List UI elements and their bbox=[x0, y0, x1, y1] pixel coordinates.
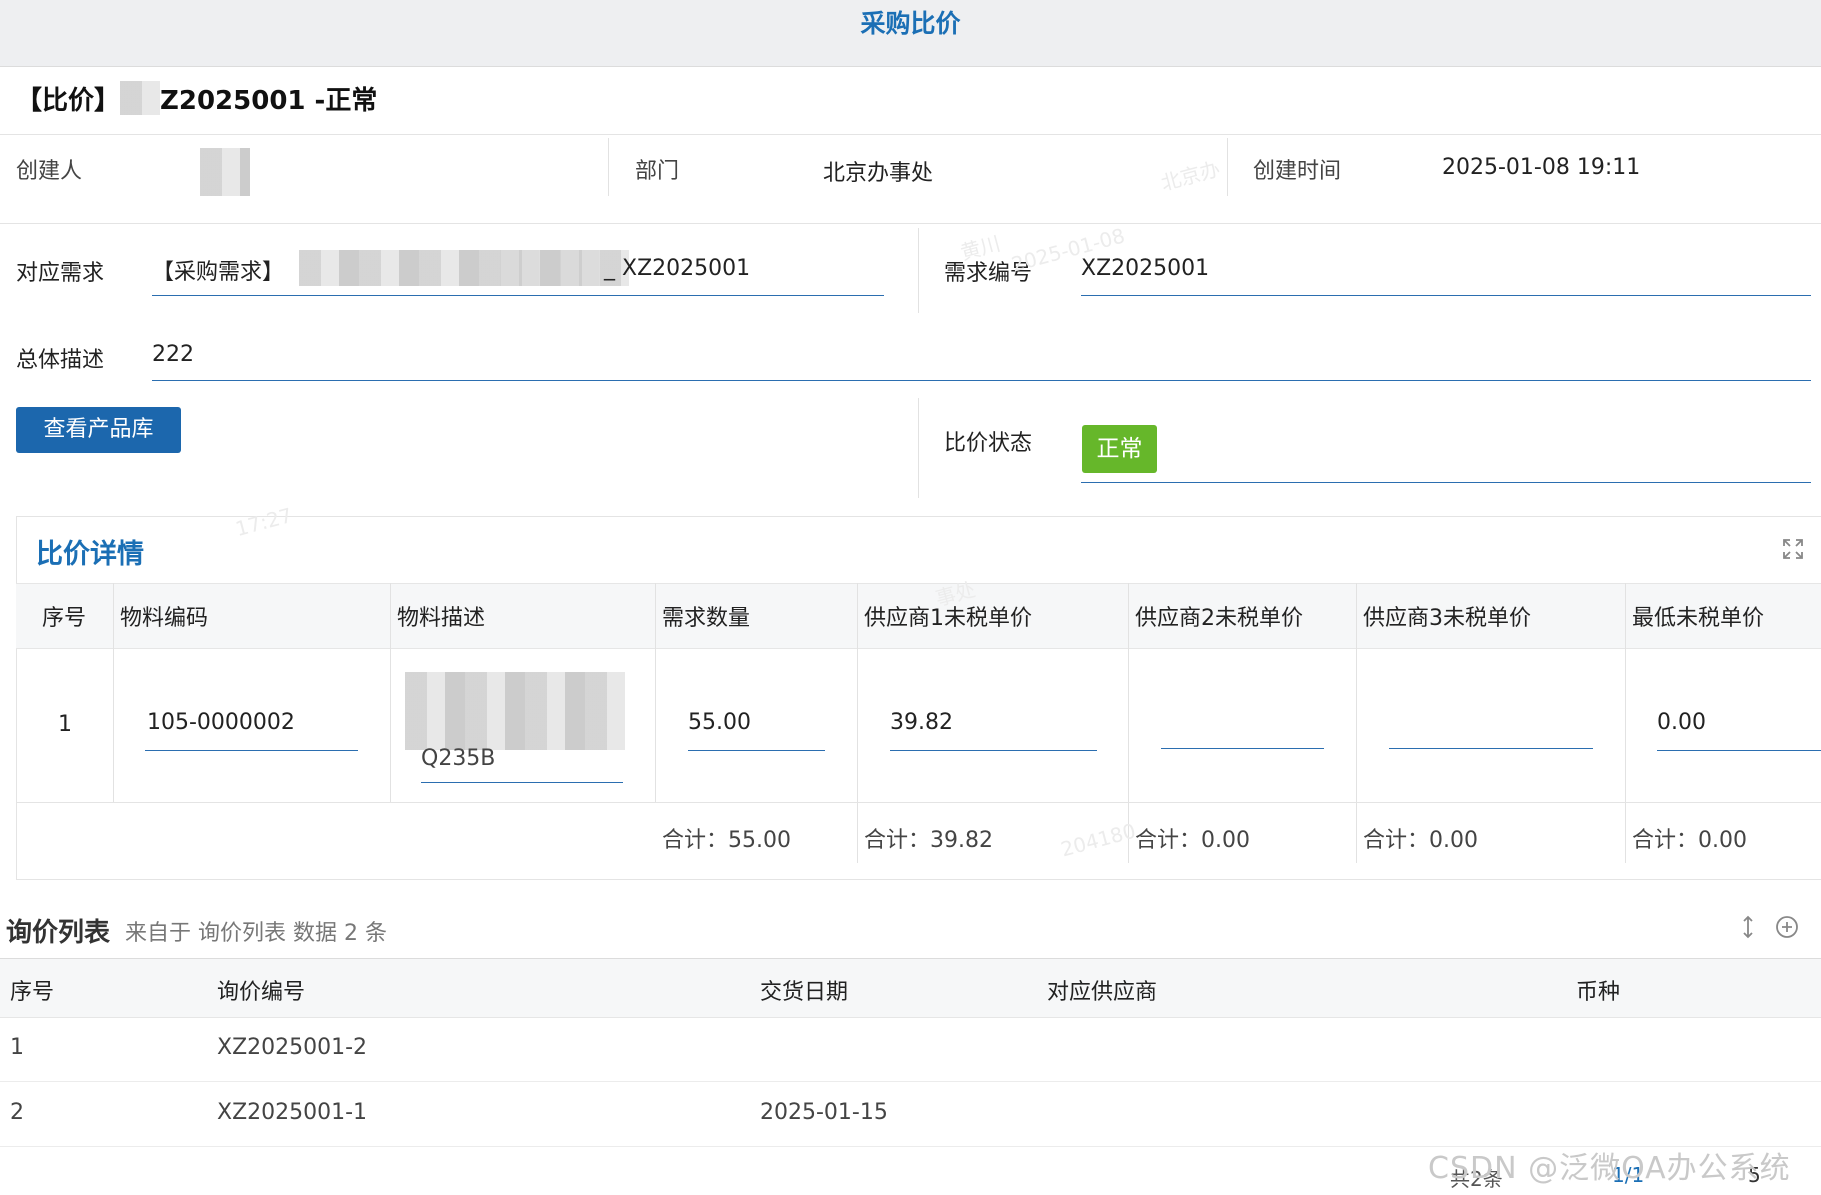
inquiry-row-no[interactable]: XZ2025001-2 bbox=[217, 1035, 367, 1060]
divider bbox=[113, 583, 114, 803]
divider bbox=[918, 228, 919, 313]
divider bbox=[0, 223, 1821, 224]
detail-header-price2: 供应商2未税单价 bbox=[1135, 606, 1303, 631]
record-title-suffix: Z2025001 -正常 bbox=[160, 86, 378, 116]
price3-field[interactable] bbox=[1389, 700, 1593, 749]
qty-field[interactable]: 55.00 bbox=[688, 700, 825, 751]
detail-row-index: 1 bbox=[58, 712, 72, 737]
inquiry-row-no[interactable]: XZ2025001-1 bbox=[217, 1100, 367, 1125]
detail-title: 比价详情 bbox=[36, 539, 144, 570]
add-icon[interactable] bbox=[1774, 914, 1800, 940]
material-desc-tail: Q235B bbox=[421, 746, 496, 771]
divider bbox=[608, 138, 609, 196]
material-code-value: 105-0000002 bbox=[147, 710, 295, 735]
qty-value: 55.00 bbox=[688, 710, 751, 735]
table-row[interactable]: 1 XZ2025001-2 bbox=[0, 1017, 1821, 1082]
price1-field[interactable]: 39.82 bbox=[890, 700, 1097, 751]
status-field bbox=[1081, 420, 1811, 483]
material-code-field[interactable]: 105-0000002 bbox=[145, 700, 358, 751]
creator-avatar-redacted bbox=[200, 148, 250, 196]
inquiry-header-supplier: 对应供应商 bbox=[1047, 980, 1158, 1005]
inquiry-title: 询价列表 bbox=[6, 918, 111, 948]
resize-icon[interactable] bbox=[1735, 914, 1761, 940]
detail-header-index: 序号 bbox=[42, 606, 87, 631]
status-label: 比价状态 bbox=[944, 431, 1033, 456]
table-row[interactable]: 2 XZ2025001-1 2025-01-15 bbox=[0, 1082, 1821, 1147]
total-min-price: 合计：0.00 bbox=[1632, 828, 1747, 853]
created-label: 创建时间 bbox=[1253, 159, 1342, 184]
price1-value: 39.82 bbox=[890, 710, 953, 735]
detail-header-min-price: 最低未税单价 bbox=[1632, 606, 1765, 631]
app-title: 采购比价 bbox=[860, 9, 961, 38]
inquiry-row-index: 1 bbox=[10, 1035, 24, 1060]
min-price-value: 0.00 bbox=[1657, 710, 1706, 735]
desc-label: 总体描述 bbox=[16, 348, 105, 373]
divider bbox=[0, 134, 1821, 135]
demand-field[interactable]: 【采购需求】 _ XZ2025001 bbox=[152, 250, 884, 296]
created-value: 2025-01-08 19:11 bbox=[1442, 155, 1641, 180]
inquiry-header-date: 交货日期 bbox=[760, 980, 849, 1005]
record-title-prefix: 【比价】 bbox=[16, 86, 121, 116]
inquiry-row-date: 2025-01-15 bbox=[760, 1100, 888, 1125]
divider bbox=[1227, 138, 1228, 196]
min-price-field[interactable]: 0.00 bbox=[1657, 700, 1821, 751]
detail-header-code: 物料编码 bbox=[120, 606, 209, 631]
total-price1: 合计：39.82 bbox=[864, 828, 993, 853]
material-desc-field[interactable]: Q235B bbox=[421, 730, 623, 783]
divider bbox=[1625, 583, 1626, 863]
demand-no-field[interactable]: XZ2025001 bbox=[1081, 250, 1811, 296]
record-title: 【比价】 Z2025001 -正常 bbox=[16, 80, 377, 117]
dept-value: 北京办事处 bbox=[823, 161, 934, 186]
watermark-brand: CSDN @泛微OA办公系统 bbox=[1428, 1151, 1791, 1186]
divider bbox=[16, 802, 1821, 803]
demand-no-value: XZ2025001 bbox=[1081, 256, 1210, 281]
price2-field[interactable] bbox=[1161, 700, 1324, 749]
demand-prefix: 【采购需求】 bbox=[152, 260, 285, 285]
view-products-button[interactable]: 查看产品库 bbox=[16, 407, 181, 453]
divider bbox=[655, 583, 656, 803]
demand-label: 对应需求 bbox=[16, 261, 105, 286]
detail-header-price3: 供应商3未税单价 bbox=[1363, 606, 1531, 631]
inquiry-subtitle: 来自于 询价列表 数据 2 条 bbox=[125, 921, 387, 946]
status-badge: 正常 bbox=[1082, 425, 1157, 473]
detail-header-desc: 物料描述 bbox=[397, 606, 486, 631]
expand-icon[interactable] bbox=[1781, 537, 1805, 561]
divider bbox=[390, 583, 391, 803]
inquiry-row-index: 2 bbox=[10, 1100, 24, 1125]
demand-suffix: _ XZ2025001 bbox=[604, 256, 751, 281]
redacted-block bbox=[120, 81, 161, 115]
inquiry-header-no: 询价编号 bbox=[217, 980, 306, 1005]
divider bbox=[918, 398, 919, 498]
total-price3: 合计：0.00 bbox=[1363, 828, 1478, 853]
watermark-text: 北京办 bbox=[1158, 156, 1223, 196]
creator-label: 创建人 bbox=[16, 159, 83, 184]
total-qty: 合计：55.00 bbox=[662, 828, 791, 853]
total-price2: 合计：0.00 bbox=[1135, 828, 1250, 853]
detail-header-qty: 需求数量 bbox=[662, 606, 751, 631]
redacted-block bbox=[500, 250, 600, 286]
dept-label: 部门 bbox=[635, 159, 680, 184]
divider bbox=[1356, 583, 1357, 863]
desc-value: 222 bbox=[152, 342, 194, 367]
inquiry-header-currency: 币种 bbox=[1576, 980, 1621, 1005]
desc-field[interactable]: 222 bbox=[152, 336, 1811, 381]
divider bbox=[857, 583, 858, 863]
inquiry-header-index: 序号 bbox=[10, 980, 55, 1005]
